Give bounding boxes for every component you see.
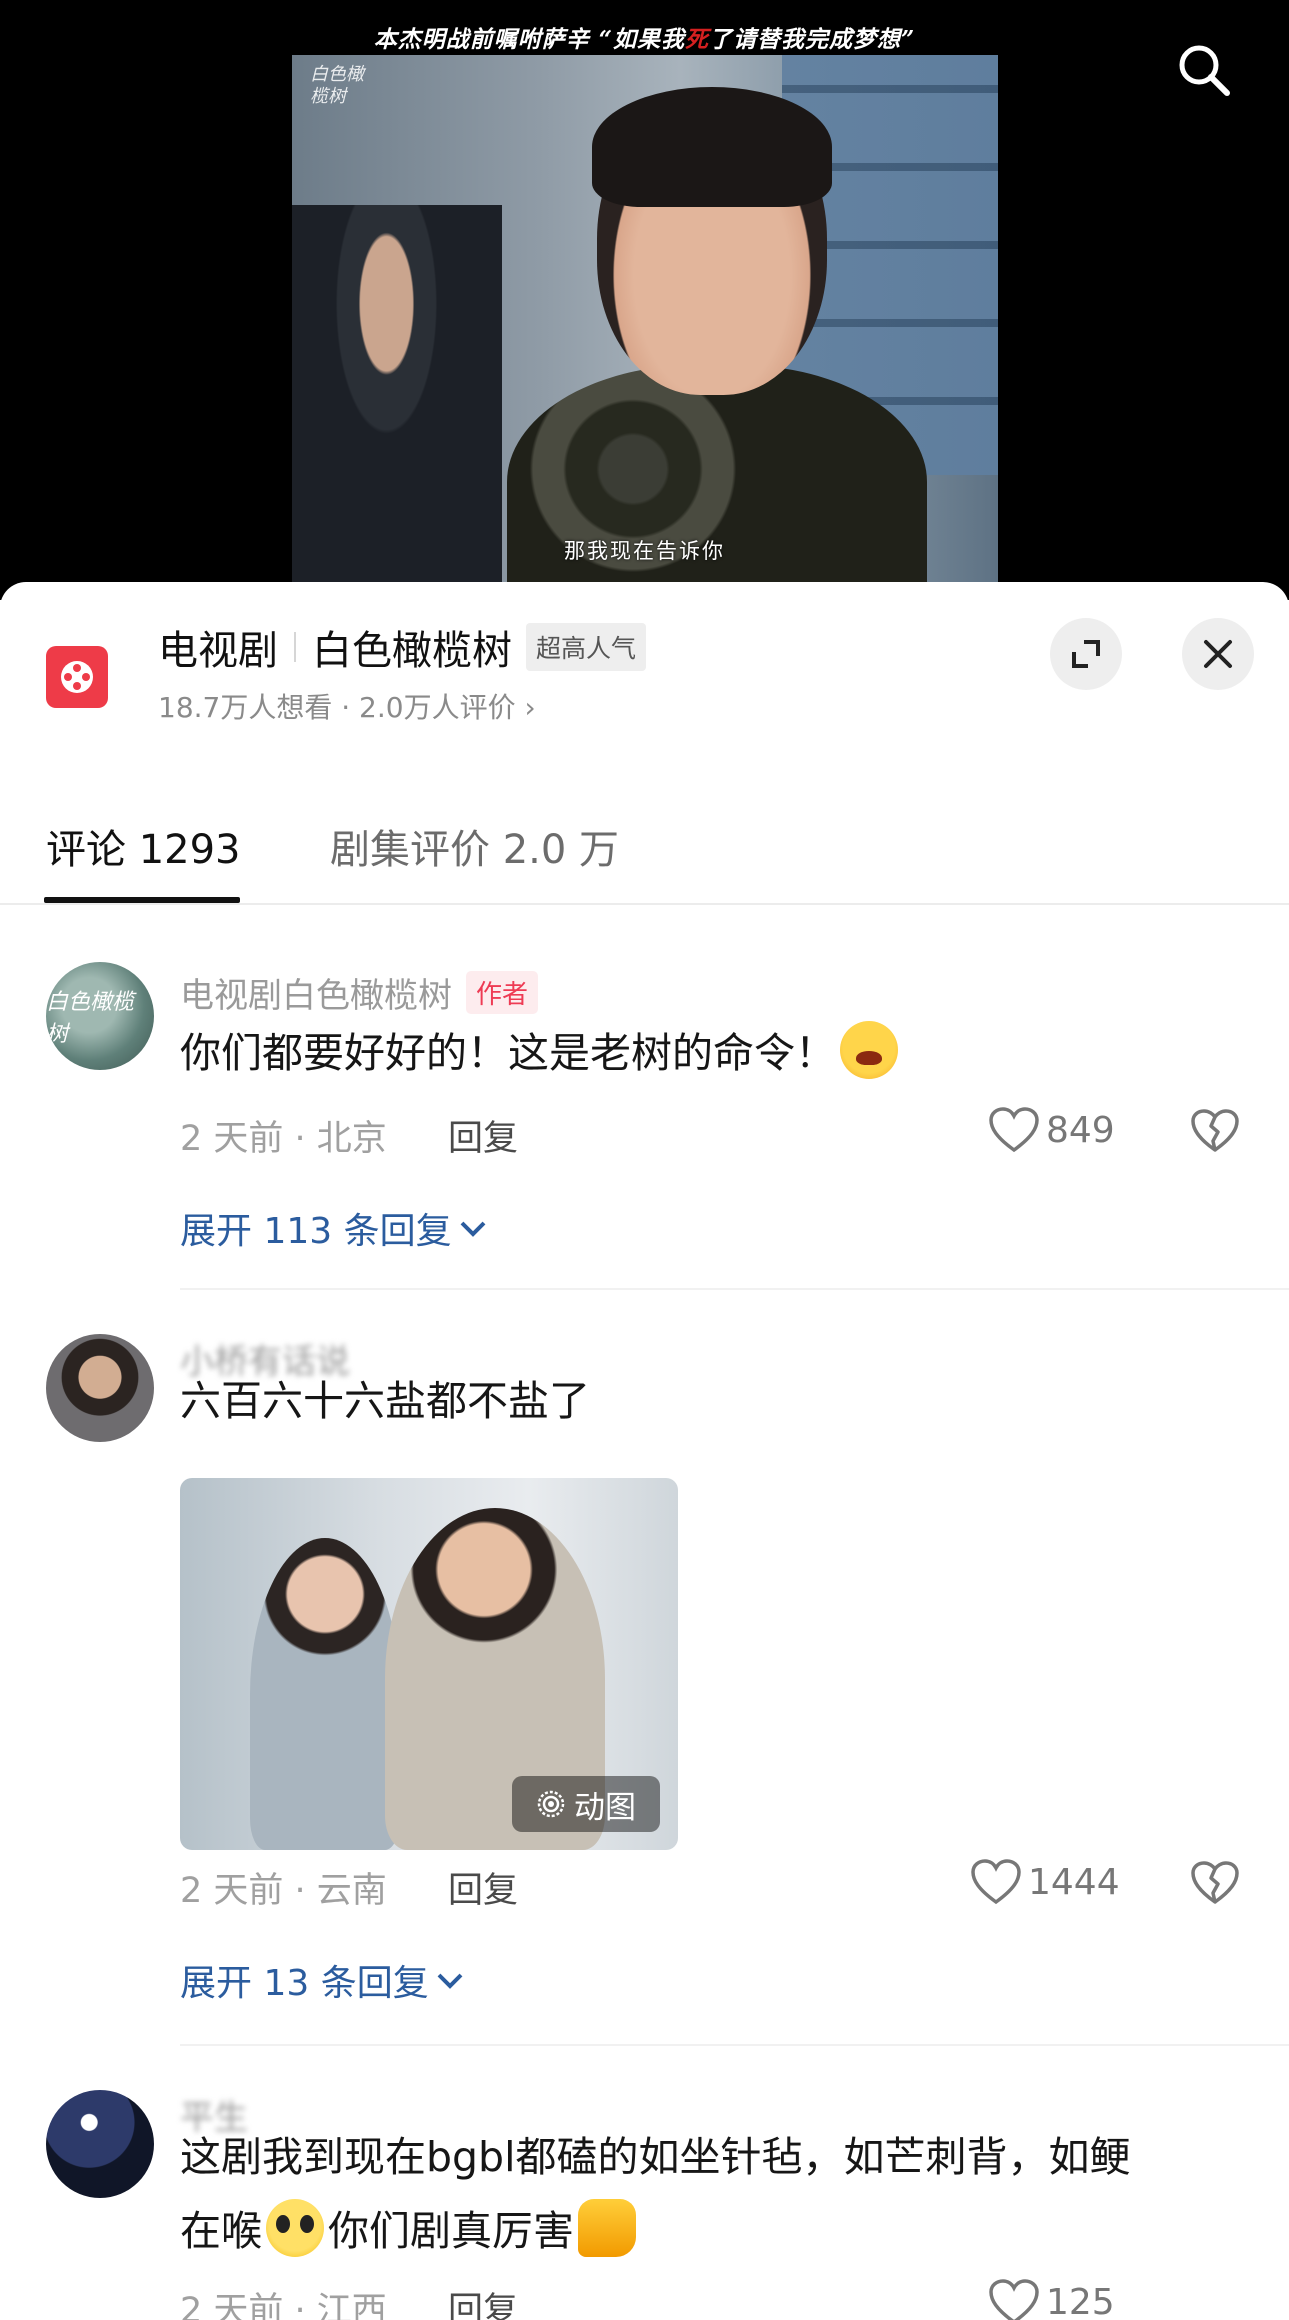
comment-text-line: 在喉 你们剧真厉害 <box>180 2194 1240 2268</box>
comment-meta: 2 天前 · 云南 <box>180 1871 387 1911</box>
expand-replies-link[interactable]: 展开 113 条回复 <box>180 1202 488 1254</box>
video-subtitle: 那我现在告诉你 <box>564 539 725 563</box>
reply-button[interactable]: 回复 <box>448 2282 518 2320</box>
broken-heart-icon <box>1191 1109 1239 1152</box>
reply-button[interactable]: 回复 <box>448 1862 518 1913</box>
thumbs-up-emoji-icon <box>578 2199 636 2257</box>
dislike-button[interactable] <box>1190 1108 1240 1158</box>
search-button[interactable] <box>1170 36 1238 104</box>
like-button[interactable]: 849 <box>988 1106 1115 1154</box>
chevron-down-icon <box>437 1973 463 1989</box>
flushed-face-emoji-icon <box>266 2199 324 2257</box>
gif-badge: 动图 <box>512 1776 660 1832</box>
drama-category: 电视剧 <box>158 628 278 674</box>
close-button[interactable] <box>1182 618 1254 690</box>
comment-divider <box>180 1288 1289 1290</box>
expand-replies-link[interactable]: 展开 13 条回复 <box>180 1954 465 2006</box>
angry-face-emoji-icon <box>840 1021 898 1079</box>
video-player[interactable]: 本杰明战前嘱咐萨辛 “如果我死了请替我完成梦想” 白色橄榄树 那我现在告诉你 <box>0 0 1289 600</box>
live-photo-icon <box>537 1790 565 1818</box>
tab-bar: 评论 1293 剧集评价 2.0 万 <box>0 787 1289 905</box>
comment-author[interactable]: 电视剧白色橄榄树 作者 <box>180 968 539 1017</box>
avatar[interactable] <box>46 2090 154 2198</box>
title-separator <box>294 632 296 662</box>
tab-episode-reviews[interactable]: 剧集评价 2.0 万 <box>330 787 619 905</box>
comment-divider <box>180 2044 1289 2046</box>
drama-stats-link[interactable]: 18.7万人想看 · 2.0万人评价 › <box>158 686 536 726</box>
expand-button[interactable] <box>1050 618 1122 690</box>
like-button[interactable]: 1444 <box>970 1858 1120 1906</box>
broken-heart-icon <box>1191 1861 1239 1904</box>
like-button[interactable]: 125 <box>988 2278 1115 2320</box>
drama-title-row: 电视剧 白色橄榄树 超高人气 <box>158 618 647 676</box>
comment-text[interactable]: 六百六十六盐都不盐了 <box>180 1364 1240 1438</box>
like-count: 125 <box>1046 2281 1115 2320</box>
video-frame <box>292 55 998 600</box>
comment-text-line: 这剧我到现在bgbl都磕的如坐针毡，如芒刺背，如鲠 <box>180 2133 1131 2181</box>
comments-sheet: 电视剧 白色橄榄树 超高人气 18.7万人想看 · 2.0万人评价 › 评论 1… <box>0 582 1289 2320</box>
comment-author-name: 电视剧白色橄榄树 <box>180 976 452 1016</box>
app-film-icon <box>46 646 108 708</box>
comment-text-content: 你们都要好好的！这是老树的命令！ <box>180 1029 836 1077</box>
chevron-down-icon <box>460 1221 486 1237</box>
expand-icon <box>1072 640 1100 668</box>
comment-image[interactable]: 动图 <box>180 1478 678 1850</box>
comment-text[interactable]: 你们都要好好的！这是老树的命令！ <box>180 1016 1240 1090</box>
dislike-button[interactable] <box>1190 1860 1240 1910</box>
reply-button[interactable]: 回复 <box>448 1110 518 1161</box>
like-count: 849 <box>1046 1109 1115 1151</box>
expand-replies-label: 展开 113 条回复 <box>180 1211 452 1252</box>
video-caption: 本杰明战前嘱咐萨辛 “如果我死了请替我完成梦想” <box>373 26 916 53</box>
avatar-logo-text: 白色橄榄树 <box>46 990 135 1047</box>
close-icon <box>1204 640 1232 668</box>
like-count: 1444 <box>1028 1861 1120 1903</box>
expand-replies-label: 展开 13 条回复 <box>180 1963 429 2004</box>
active-tab-indicator <box>44 897 240 903</box>
tab-comments[interactable]: 评论 1293 <box>46 787 241 905</box>
gif-badge-label: 动图 <box>574 1789 636 1826</box>
popularity-badge: 超高人气 <box>526 623 647 671</box>
avatar[interactable] <box>46 1334 154 1442</box>
drama-header[interactable]: 电视剧 白色橄榄树 超高人气 18.7万人想看 · 2.0万人评价 › <box>0 582 1289 732</box>
comment-text-fragment: 你们剧真厉害 <box>328 2207 574 2255</box>
avatar[interactable]: 白色橄榄树 <box>46 962 154 1070</box>
comment-text-fragment: 在喉 <box>180 2207 262 2255</box>
comment-meta: 2 天前 · 江西 <box>180 2291 387 2320</box>
video-frame-person <box>507 87 927 600</box>
comment-meta: 2 天前 · 北京 <box>180 1119 387 1159</box>
heart-icon <box>989 2279 1039 2320</box>
comment-text[interactable]: 这剧我到现在bgbl都磕的如坐针毡，如芒刺背，如鲠 在喉 你们剧真厉害 <box>180 2120 1240 2268</box>
drama-title: 白色橄榄树 <box>312 628 512 674</box>
drama-logo: 白色橄榄树 <box>310 64 364 107</box>
author-badge: 作者 <box>466 971 539 1014</box>
search-icon <box>1179 45 1230 96</box>
image-person-left <box>250 1538 400 1850</box>
heart-icon <box>989 1107 1039 1153</box>
heart-icon <box>971 1859 1021 1905</box>
